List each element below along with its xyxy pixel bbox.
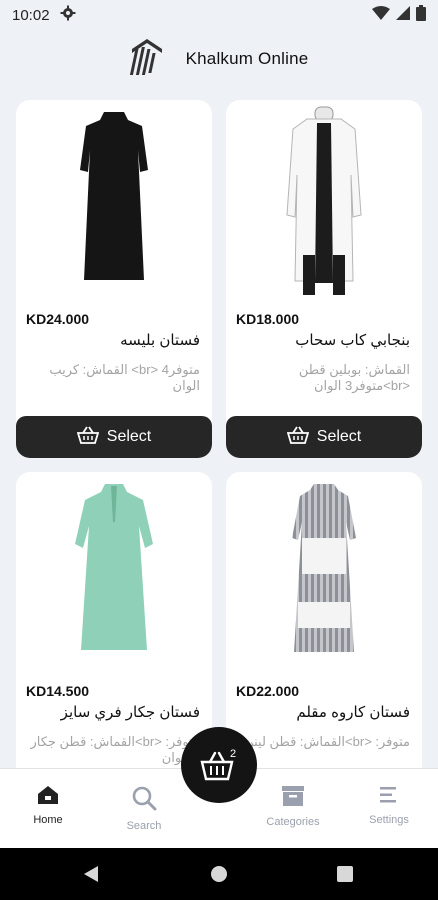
product-grid: KD24.000 فستان بليسه متوفر4 <br> القماش:… <box>16 100 422 830</box>
app-header: Khalkum Online <box>0 30 438 88</box>
categories-icon <box>281 785 305 810</box>
nav-search[interactable]: Search <box>99 769 189 849</box>
product-card[interactable]: KD24.000 فستان بليسه متوفر4 <br> القماش:… <box>16 100 212 458</box>
cart-button[interactable]: 2 <box>181 727 257 803</box>
menu-lines-icon <box>378 785 400 808</box>
recents-icon[interactable] <box>337 866 353 882</box>
product-name: فستان بليسه <box>120 332 200 349</box>
product-image[interactable] <box>226 100 422 300</box>
select-button-label: Select <box>316 428 362 445</box>
product-image[interactable] <box>16 100 212 300</box>
product-card[interactable]: KD18.000 بنجابي كاب سحاب القماش: بوبلين … <box>226 100 422 458</box>
product-name: فستان جكار فري سايز <box>60 704 200 721</box>
basket-icon <box>286 426 309 449</box>
battery-icon <box>416 5 426 25</box>
system-nav-bar <box>0 848 438 900</box>
brand-logo <box>129 37 164 82</box>
product-description: متوفر4 <br> القماش: كريب الوان <box>49 362 200 393</box>
nav-categories-label: Categories <box>266 816 320 828</box>
basket-icon <box>76 426 99 449</box>
nav-search-label: Search <box>126 820 162 832</box>
cart-count: 2 <box>230 748 236 760</box>
select-button[interactable]: Select <box>226 416 422 458</box>
back-icon[interactable] <box>84 866 98 882</box>
product-image[interactable] <box>16 472 212 672</box>
nav-home-label: Home <box>33 814 63 826</box>
status-bar: 10:02 <box>0 0 438 30</box>
nav-categories[interactable]: Categories <box>248 769 338 849</box>
nav-settings-label: Settings <box>369 814 409 826</box>
select-button-label: Select <box>106 428 152 445</box>
cart-basket-icon: 2 <box>200 748 236 781</box>
product-description: متوفر: <br>القماش: قطن لينن <box>244 734 410 749</box>
status-time: 10:02 <box>12 6 50 24</box>
product-description: متوفر: <br>القماش: قطن جكار 4 الوان <box>30 734 200 765</box>
signal-icon <box>396 6 410 24</box>
product-price: KD18.000 <box>236 311 300 327</box>
home-circle-icon[interactable] <box>211 866 227 882</box>
product-price: KD24.000 <box>26 311 90 327</box>
product-image[interactable] <box>226 472 422 672</box>
product-price: KD22.000 <box>236 683 300 699</box>
product-name: بنجابي كاب سحاب <box>295 332 410 349</box>
nav-settings[interactable]: Settings <box>344 769 434 849</box>
product-name: فستان كاروه مقلم <box>296 704 410 721</box>
search-icon <box>131 785 157 814</box>
select-button[interactable]: Select <box>16 416 212 458</box>
home-icon <box>37 785 59 808</box>
nav-home[interactable]: Home <box>3 769 93 849</box>
product-description: القماش: بوبلين قطن <br>متوفر3 الوان <box>298 362 410 393</box>
app-title: Khalkum Online <box>185 49 309 68</box>
settings-gear-icon <box>60 5 76 25</box>
wifi-icon <box>372 6 390 24</box>
product-price: KD14.500 <box>26 683 90 699</box>
